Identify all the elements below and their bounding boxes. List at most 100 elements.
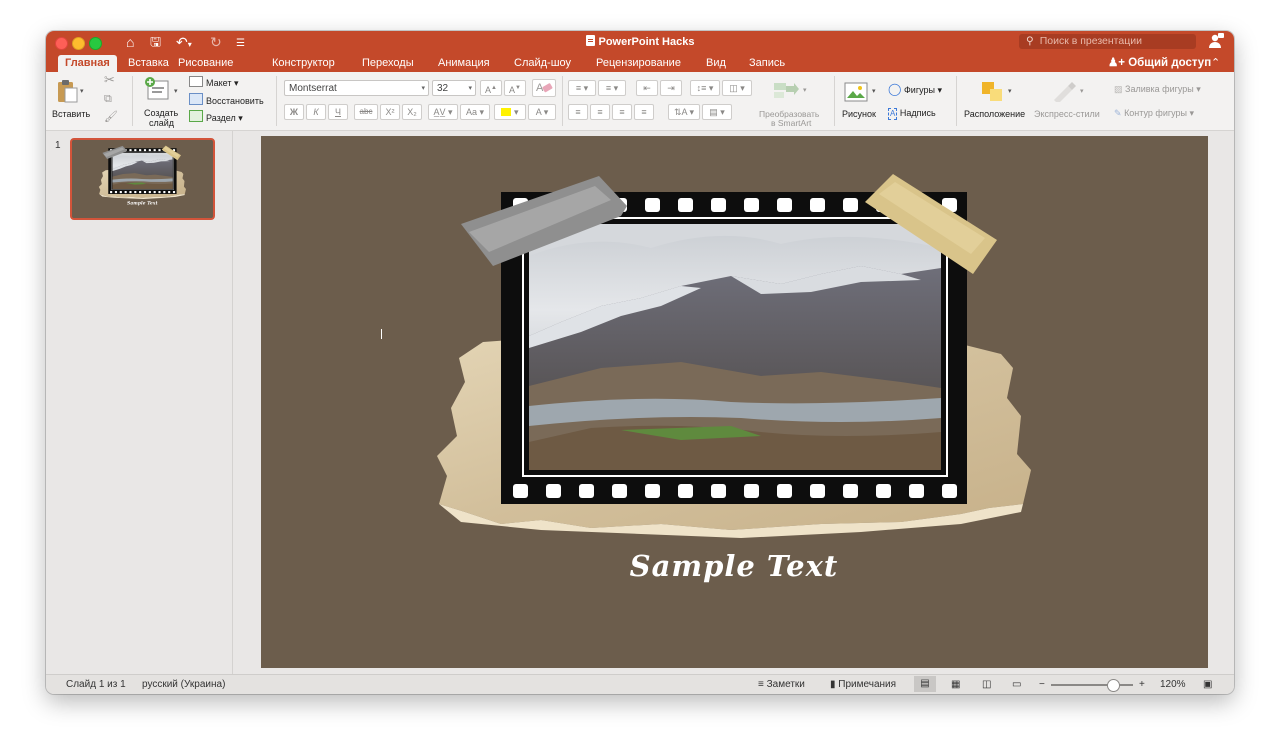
clear-formatting-icon[interactable]: A — [532, 79, 556, 97]
quick-styles-icon[interactable] — [1050, 80, 1078, 102]
shape-outline-button[interactable]: ✎ Контур фигуры ▾ — [1114, 108, 1194, 118]
new-slide-icon[interactable] — [144, 77, 170, 101]
sprocket-hole — [148, 149, 151, 152]
italic-button[interactable]: К — [306, 104, 326, 120]
sprocket-hole — [744, 484, 759, 498]
increase-font-icon[interactable]: A▲ — [480, 80, 502, 96]
shape-fill-button[interactable]: ▨ Заливка фигуры ▾ — [1114, 84, 1201, 94]
tab-3[interactable]: Рисование — [178, 56, 233, 70]
shapes-button[interactable]: ◯ Фигуры ▾ — [888, 83, 942, 95]
sprocket-hole — [843, 198, 858, 212]
zoom-in-button[interactable]: + — [1139, 679, 1145, 690]
sprocket-hole — [172, 191, 176, 194]
tab-7[interactable]: Слайд-шоу — [514, 56, 571, 70]
arrange-dropdown-icon[interactable]: ▾ — [1008, 87, 1012, 97]
decrease-font-icon[interactable]: A▼ — [504, 80, 526, 96]
align-left-icon[interactable]: ≡ — [568, 104, 588, 120]
collapse-ribbon-button[interactable]: ⌃ — [1211, 56, 1220, 69]
numbering-icon[interactable]: ≡ ▾ — [598, 80, 626, 96]
share-button[interactable]: ♟+ Общий доступ — [1108, 55, 1211, 69]
picture-icon[interactable] — [844, 82, 868, 102]
columns-icon[interactable]: ◫ ▾ — [722, 80, 752, 96]
paste-icon[interactable] — [56, 78, 80, 104]
zoom-level[interactable]: 120% — [1160, 679, 1186, 690]
picture-dropdown-icon[interactable]: ▾ — [872, 87, 876, 97]
sprocket-hole — [143, 149, 147, 152]
quick-styles-dropdown-icon[interactable]: ▾ — [1080, 87, 1084, 97]
arrange-icon[interactable] — [980, 80, 1006, 102]
search-input[interactable]: ⚲ Поиск в презентации — [1019, 34, 1196, 49]
text-direction-icon[interactable]: ⇅A ▾ — [668, 104, 700, 120]
reading-view-icon[interactable]: ◫ — [982, 679, 991, 690]
fit-to-window-icon[interactable]: ▣ — [1203, 679, 1212, 690]
underline-button[interactable]: Ч — [328, 104, 348, 120]
eraser-icon: A — [536, 82, 553, 94]
smartart-icon[interactable] — [772, 80, 800, 100]
zoom-out-button[interactable]: − — [1039, 679, 1045, 690]
strikethrough-button[interactable]: abc — [354, 104, 378, 120]
zoom-slider[interactable] — [1051, 679, 1133, 692]
line-spacing-icon[interactable]: ↕≡ ▾ — [690, 80, 720, 96]
cut-icon[interactable]: ✂ — [104, 73, 115, 86]
sprocket-hole — [110, 191, 113, 194]
tab-8[interactable]: Рецензирование — [596, 56, 681, 70]
zoom-slider-knob[interactable] — [1106, 679, 1120, 692]
font-size-select[interactable]: 32 ▾ — [432, 80, 476, 96]
new-slide-dropdown-icon[interactable]: ▾ — [174, 87, 178, 97]
tab-6[interactable]: Анимация — [438, 56, 490, 70]
sprocket-hole — [678, 198, 693, 212]
section-icon — [189, 110, 203, 122]
character-spacing-icon[interactable]: A̲V̲ ▾ — [428, 104, 458, 120]
tab-2[interactable]: Вставка — [128, 56, 169, 70]
slide-canvas[interactable]: Sample Text — [261, 136, 1208, 668]
subscript-button[interactable]: X₂ — [402, 104, 422, 120]
change-case-icon[interactable]: Aa ▾ — [460, 104, 490, 120]
align-text-icon[interactable]: ▤ ▾ — [702, 104, 732, 120]
justify-icon[interactable]: ≡ — [634, 104, 654, 120]
font-name-select[interactable]: Montserrat ▾ — [284, 80, 429, 96]
align-center-icon[interactable]: ≡ — [590, 104, 610, 120]
comments-button[interactable]: ▮ Примечания — [830, 679, 896, 690]
tab-9[interactable]: Вид — [706, 56, 726, 70]
slide-caption[interactable]: Sample Text — [630, 549, 839, 583]
superscript-button[interactable]: X² — [380, 104, 400, 120]
sprocket-hole — [909, 484, 924, 498]
notes-button[interactable]: ≡ Заметки — [758, 679, 805, 690]
layout-button[interactable]: Макет ▾ — [189, 76, 239, 88]
reset-button[interactable]: Восстановить — [189, 93, 264, 106]
sprocket-hole — [158, 149, 161, 152]
sprocket-hole — [134, 149, 137, 152]
arrange-label: Расположение — [964, 109, 1026, 119]
copy-icon[interactable]: ⧉ — [104, 94, 112, 105]
sprocket-hole — [744, 198, 759, 212]
font-color-icon[interactable]: A ▾ — [528, 104, 556, 120]
sprocket-hole — [168, 191, 171, 194]
smartart-dropdown-icon[interactable]: ▾ — [803, 86, 807, 96]
textbox-icon: A — [888, 108, 898, 120]
decrease-indent-icon[interactable]: ⇤ — [636, 80, 658, 96]
tab-5[interactable]: Переходы — [362, 56, 414, 70]
textbox-button[interactable]: A Надпись — [888, 108, 936, 120]
paste-dropdown-icon[interactable]: ▾ — [80, 87, 84, 97]
highlight-color-icon[interactable]: ▾ — [494, 104, 526, 120]
format-painter-icon[interactable]: 🖌 — [104, 112, 118, 123]
bold-button[interactable]: Ж — [284, 104, 304, 120]
tab-10[interactable]: Запись — [749, 56, 785, 70]
slide-editing-area: Sample Text — [233, 131, 1234, 674]
status-bar: Слайд 1 из 1 русский (Украина) ≡ Заметки… — [46, 674, 1234, 694]
feedback-icon[interactable] — [1208, 33, 1224, 49]
language-indicator[interactable]: русский (Украина) — [142, 679, 225, 690]
slideshow-icon[interactable]: ▭ — [1012, 679, 1021, 690]
sprocket-hole — [777, 198, 792, 212]
slide-info: Слайд 1 из 1 — [66, 679, 126, 690]
normal-view-icon[interactable]: ▤ — [914, 676, 936, 692]
align-right-icon[interactable]: ≡ — [612, 104, 632, 120]
sprocket-hole — [612, 484, 627, 498]
bullets-icon[interactable]: ≡ ▾ — [568, 80, 596, 96]
section-button[interactable]: Раздел ▾ — [189, 110, 243, 123]
slide-sorter-icon[interactable]: ▦ — [951, 679, 960, 690]
slide-thumbnail[interactable]: Sample Text — [70, 138, 215, 220]
chevron-down-icon: ▾ — [468, 85, 472, 92]
tab-4[interactable]: Конструктор — [272, 56, 335, 70]
increase-indent-icon[interactable]: ⇥ — [660, 80, 682, 96]
